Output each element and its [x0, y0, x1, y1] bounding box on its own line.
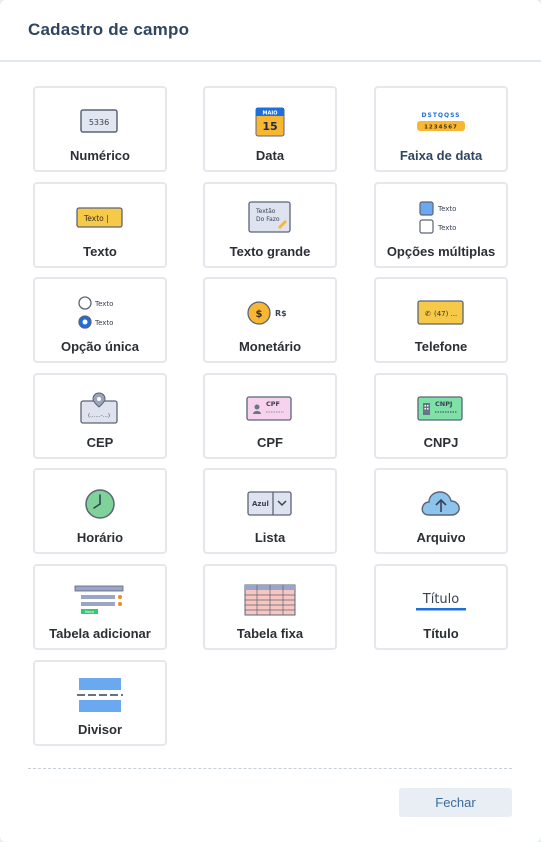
- field-label: Título: [423, 626, 459, 641]
- dropdown-icon: Azul: [205, 484, 335, 524]
- field-tile-date[interactable]: MAIO 15 Data: [203, 86, 337, 172]
- field-label: Telefone: [414, 339, 468, 354]
- checkbox-icon: Texto Texto: [376, 198, 506, 238]
- svg-text:15: 15: [262, 120, 277, 133]
- svg-text:1234567: 1234567: [424, 125, 458, 131]
- calendar-icon: MAIO 15: [205, 102, 335, 142]
- svg-text:Azul: Azul: [252, 500, 269, 508]
- field-tile-textarea[interactable]: Textão Do Fazo Texto grande: [203, 182, 337, 268]
- field-label: Divisor: [77, 722, 123, 737]
- field-label: CNPJ: [423, 435, 459, 450]
- divider-icon: [35, 676, 165, 716]
- svg-text:Texto: Texto: [437, 224, 456, 232]
- clock-icon: [35, 484, 165, 524]
- numeric-icon: 5336: [35, 102, 165, 142]
- close-button[interactable]: Fechar: [399, 788, 512, 817]
- svg-text:Texto: Texto: [437, 205, 456, 213]
- field-label: Opção única: [60, 339, 140, 354]
- modal-header: Cadastro de campo: [0, 0, 541, 62]
- field-tile-fixed-table[interactable]: Tabela fixa: [203, 564, 337, 650]
- svg-text:CNPJ: CNPJ: [435, 400, 452, 408]
- field-label: Arquivo: [416, 530, 466, 545]
- coin-icon: $ R$: [205, 293, 335, 333]
- field-label: CEP: [86, 435, 114, 450]
- svg-text:(47) ...: (47) ...: [434, 310, 457, 318]
- modal-title: Cadastro de campo: [28, 20, 190, 39]
- field-tile-add-table[interactable]: Novo Tabela adicionar: [33, 564, 167, 650]
- field-tile-divider[interactable]: Divisor: [33, 660, 167, 746]
- text-input-icon: Texto |: [35, 198, 165, 238]
- svg-text:(......-...): (......-...): [88, 413, 110, 419]
- id-card-icon: CPF: [205, 389, 335, 429]
- svg-text:R$: R$: [275, 309, 287, 318]
- field-tile-cnpj[interactable]: CNPJ CNPJ: [374, 373, 508, 459]
- add-table-icon: Novo: [35, 580, 165, 620]
- field-label: Data: [255, 148, 285, 163]
- field-label: Monetário: [238, 339, 302, 354]
- field-tile-file[interactable]: Arquivo: [374, 468, 508, 554]
- field-tile-list[interactable]: Azul Lista: [203, 468, 337, 554]
- cloud-upload-icon: [376, 484, 506, 524]
- field-label: CPF: [257, 435, 283, 450]
- svg-text:Do Fazo: Do Fazo: [256, 216, 280, 223]
- field-tile-text[interactable]: Texto | Texto: [33, 182, 167, 268]
- field-tile-date-range[interactable]: DSTQQSS 1234567 Faixa de data: [374, 86, 508, 172]
- radio-icon: Texto Texto: [35, 293, 165, 333]
- field-label: Lista: [254, 530, 286, 545]
- field-label: Texto: [83, 244, 117, 259]
- date-range-icon: DSTQQSS 1234567: [376, 102, 506, 142]
- svg-text:✆: ✆: [425, 310, 431, 318]
- field-label: Numérico: [70, 148, 130, 163]
- field-label: Horário: [76, 530, 124, 545]
- field-tile-cpf[interactable]: CPF CPF: [203, 373, 337, 459]
- field-tile-monetary[interactable]: $ R$ Monetário: [203, 277, 337, 363]
- svg-text:DSTQQSS: DSTQQSS: [422, 112, 461, 119]
- svg-text:Texto |: Texto |: [83, 214, 109, 223]
- field-tile-numeric[interactable]: 5336 Numérico: [33, 86, 167, 172]
- field-label: Faixa de data: [399, 148, 483, 163]
- field-tile-single-option[interactable]: Texto Texto Opção única: [33, 277, 167, 363]
- company-card-icon: CNPJ: [376, 389, 506, 429]
- field-label: Tabela fixa: [236, 626, 304, 641]
- svg-text:Texto: Texto: [94, 319, 113, 327]
- title-icon: Título: [376, 580, 506, 620]
- svg-text:Texto: Texto: [94, 300, 113, 308]
- svg-text:Título: Título: [422, 592, 460, 607]
- fixed-table-icon: [205, 580, 335, 620]
- field-registration-modal: Cadastro de campo 5336 Numérico MAIO 15 …: [0, 0, 541, 842]
- svg-text:Textão: Textão: [255, 208, 276, 215]
- phone-icon: ✆ (47) ...: [376, 293, 506, 333]
- field-tile-time[interactable]: Horário: [33, 468, 167, 554]
- map-pin-icon: (......-...): [35, 389, 165, 429]
- svg-text:CPF: CPF: [266, 400, 280, 408]
- field-label: Tabela adicionar: [49, 626, 151, 641]
- field-tile-title[interactable]: Título Título: [374, 564, 508, 650]
- textarea-icon: Textão Do Fazo: [205, 198, 335, 238]
- svg-text:MAIO: MAIO: [263, 111, 278, 117]
- field-label: Opções múltiplas: [386, 244, 496, 259]
- field-label: Texto grande: [229, 244, 311, 259]
- field-tile-multiple-options[interactable]: Texto Texto Opções múltiplas: [374, 182, 508, 268]
- field-tile-phone[interactable]: ✆ (47) ... Telefone: [374, 277, 508, 363]
- svg-text:$: $: [256, 309, 263, 320]
- svg-text:5336: 5336: [89, 118, 109, 127]
- footer-divider: [28, 768, 512, 769]
- svg-text:Novo: Novo: [85, 610, 94, 614]
- field-tile-cep[interactable]: (......-...) CEP: [33, 373, 167, 459]
